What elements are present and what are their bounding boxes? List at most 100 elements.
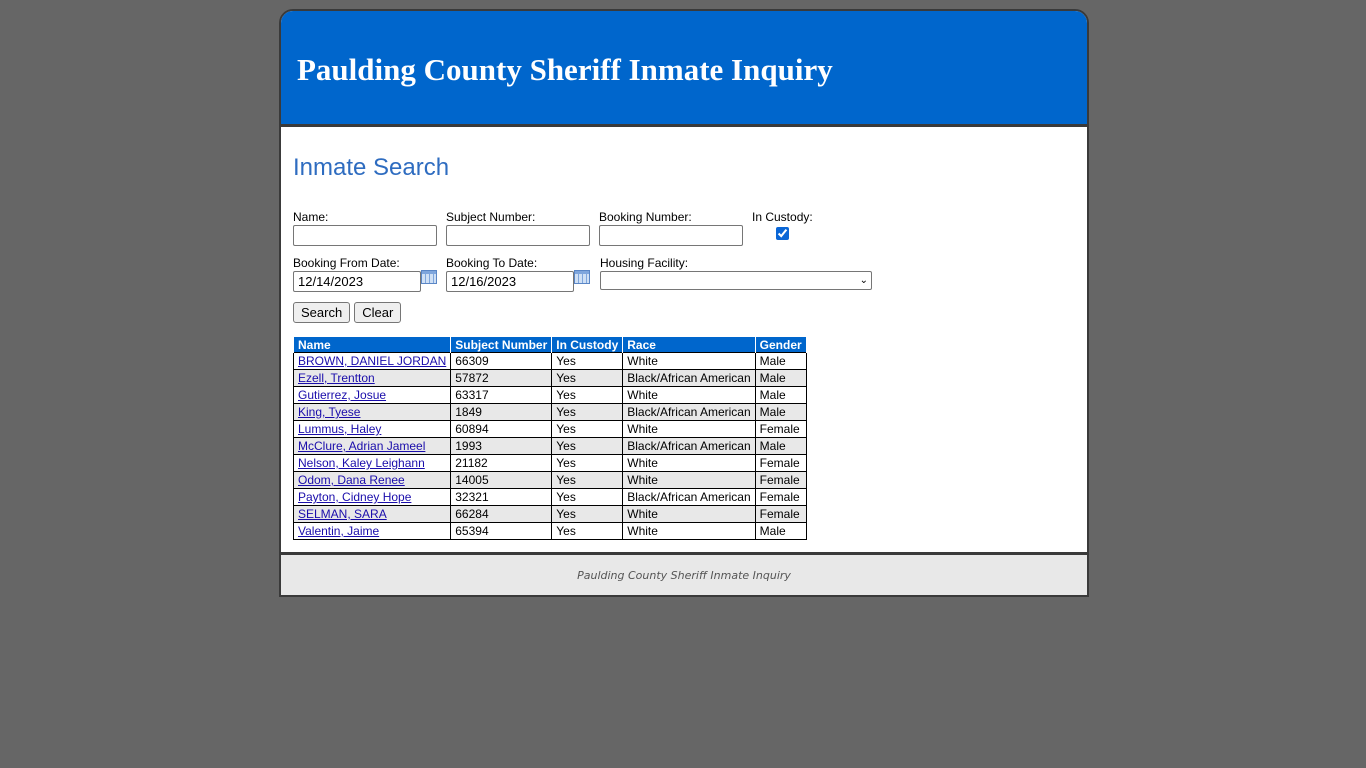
search-button[interactable]: Search [293,302,351,323]
cell-subject: 60894 [450,420,553,438]
booking-number-field-group: Booking Number: [599,210,743,246]
column-header[interactable]: In Custody [551,336,624,353]
column-header[interactable]: Name [292,336,452,353]
search-row-1: Name: Subject Number: Booking Number: In… [293,210,1075,246]
cell-custody: Yes [551,522,624,540]
header-banner: Paulding County Sheriff Inmate Inquiry [281,11,1087,127]
cell-gender: Female [754,471,807,489]
cell-race: White [622,505,756,523]
cell-custody: Yes [551,454,624,472]
page-frame: Paulding County Sheriff Inmate Inquiry I… [279,9,1089,597]
cell-name: BROWN, DANIEL JORDAN [292,352,452,370]
cell-name: Nelson, Kaley Leighann [292,454,452,472]
booking-number-input[interactable] [599,225,743,246]
cell-subject: 32321 [450,488,553,506]
table-row: Payton, Cidney Hope 32321 Yes Black/African… [292,488,807,506]
housing-facility-select[interactable]: ⌄ [600,271,872,290]
cell-subject: 66284 [450,505,553,523]
calendar-icon[interactable] [421,269,437,284]
subject-number-field-group: Subject Number: [446,210,590,246]
column-header[interactable]: Subject Number [450,336,553,353]
from-date-field-group: Booking From Date: [293,256,437,292]
in-custody-field-group: In Custody: [752,210,813,245]
cell-subject: 66309 [450,352,553,370]
site-title: Paulding County Sheriff Inmate Inquiry [297,51,833,87]
cell-race: Black/African American [622,403,756,421]
footer-text: Paulding County Sheriff Inmate Inquiry [577,568,791,582]
cell-race: White [622,522,756,540]
cell-subject: 1993 [450,437,553,455]
section-title: Inmate Search [293,154,450,181]
table-row: Odom, Dana Renee 14005 Yes White Female [292,471,807,489]
to-date-field-group: Booking To Date: [446,256,590,292]
cell-gender: Female [754,454,807,472]
housing-facility-label: Housing Facility: [600,256,689,270]
inmate-name-link[interactable]: McClure, Adrian Jameel [298,439,425,453]
cell-custody: Yes [551,403,624,421]
inmate-name-link[interactable]: BROWN, DANIEL JORDAN [298,354,446,368]
inmate-name-link[interactable]: Ezell, Trentton [298,371,375,385]
inmate-name-link[interactable]: Nelson, Kaley Leighann [298,456,425,470]
cell-gender: Male [754,522,807,540]
cell-name: Gutierrez, Josue [292,386,452,404]
name-field-group: Name: [293,210,437,246]
results-body: BROWN, DANIEL JORDAN 66309 Yes White Male Eze… [292,352,807,540]
housing-facility-field-group: Housing Facility: ⌄ [600,256,872,290]
in-custody-label: In Custody: [752,210,813,224]
inmate-name-link[interactable]: Odom, Dana Renee [298,473,405,487]
inmate-name-link[interactable]: Valentin, Jaime [298,524,379,538]
button-row: Search Clear [293,302,1075,323]
subject-number-input[interactable] [446,225,590,246]
cell-gender: Female [754,420,807,438]
cell-subject: 14005 [450,471,553,489]
cell-name: Odom, Dana Renee [292,471,452,489]
cell-race: White [622,454,756,472]
cell-custody: Yes [551,505,624,523]
chevron-down-icon: ⌄ [859,275,868,286]
cell-race: Black/African American [622,369,756,387]
cell-name: SELMAN, SARA [292,505,452,523]
table-row: Gutierrez, Josue 63317 Yes White Male [292,386,807,404]
from-date-input[interactable] [293,271,421,292]
inmate-name-link[interactable]: Lummus, Haley [298,422,381,436]
cell-race: White [622,352,756,370]
cell-name: Lummus, Haley [292,420,452,438]
in-custody-checkbox[interactable] [775,227,789,240]
table-row: McClure, Adrian Jameel 1993 Yes Black/Afric… [292,437,807,455]
calendar-icon[interactable] [574,269,590,284]
cell-custody: Yes [551,471,624,489]
cell-gender: Male [754,403,807,421]
cell-race: White [622,386,756,404]
inmate-name-link[interactable]: Payton, Cidney Hope [298,490,411,504]
cell-custody: Yes [551,420,624,438]
from-date-wrap [293,269,437,292]
cell-gender: Female [754,505,807,523]
cell-gender: Male [754,437,807,455]
cell-custody: Yes [551,386,624,404]
table-row: SELMAN, SARA 66284 Yes White Female [292,505,807,523]
cell-gender: Male [754,386,807,404]
to-date-label: Booking To Date: [446,256,538,270]
cell-race: White [622,471,756,489]
column-header[interactable]: Gender [754,336,807,353]
from-date-label: Booking From Date: [293,256,400,270]
cell-name: McClure, Adrian Jameel [292,437,452,455]
cell-name: King, Tyese [292,403,452,421]
results-table: Name Subject Number In Custody Race Gend… [292,336,807,540]
to-date-input[interactable] [446,271,574,292]
inmate-name-link[interactable]: Gutierrez, Josue [298,388,386,402]
results-header-row: Name Subject Number In Custody Race Gend… [292,336,807,353]
main-content: Inmate Search Name: Subject Number: Book… [281,127,1087,552]
subject-number-label: Subject Number: [446,210,536,224]
cell-name: Ezell, Trentton [292,369,452,387]
name-input[interactable] [293,225,437,246]
footer: Paulding County Sheriff Inmate Inquiry [281,552,1087,595]
table-row: Ezell, Trentton 57872 Yes Black/African Ame… [292,369,807,387]
table-row: Lummus, Haley 60894 Yes White Female [292,420,807,438]
clear-button[interactable]: Clear [354,302,402,323]
inmate-name-link[interactable]: SELMAN, SARA [298,507,387,521]
cell-gender: Male [754,369,807,387]
inmate-name-link[interactable]: King, Tyese [298,405,360,419]
column-header[interactable]: Race [622,336,756,353]
cell-custody: Yes [551,352,624,370]
